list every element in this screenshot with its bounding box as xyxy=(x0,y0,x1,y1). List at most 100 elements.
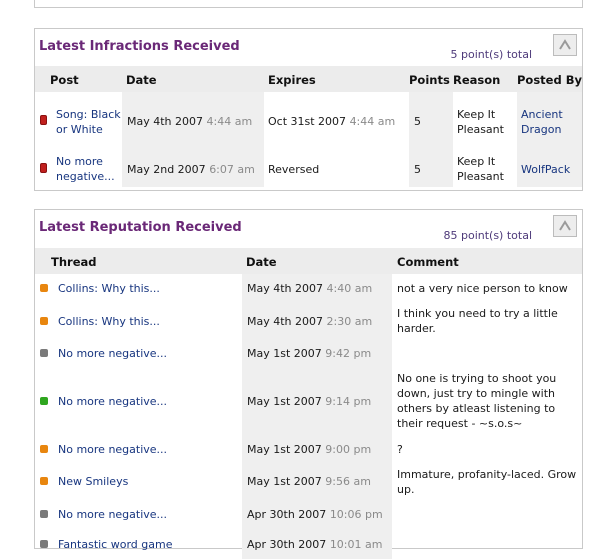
collapse-infractions-button[interactable] xyxy=(553,34,577,56)
reputation-icon-cell xyxy=(35,303,51,339)
table-row: No more negative... May 2nd 2007 6:07 am… xyxy=(35,151,582,187)
reputation-marker-icon xyxy=(40,539,48,548)
previous-panel-bottom xyxy=(34,0,583,8)
reputation-comment xyxy=(392,499,582,529)
reputation-thread-link[interactable]: No more negative... xyxy=(58,395,167,408)
header-points: Points xyxy=(409,66,453,92)
reputation-date: May 4th 2007 xyxy=(247,314,324,328)
reputation-date: May 1st 2007 xyxy=(247,347,322,360)
infraction-expires-time: 4:44 am xyxy=(349,115,396,128)
reputation-thread-cell: No more negative... xyxy=(51,499,242,529)
reputation-time: 9:14 pm xyxy=(325,394,372,408)
reputation-comment: Immature, profanity-laced. Grow up. xyxy=(397,467,577,496)
table-row: Fantastic word game Apr 30th 2007 10:01 a… xyxy=(35,529,582,559)
header-posted-by: Posted By xyxy=(517,66,582,92)
reputation-thread-link[interactable]: New Smileys xyxy=(58,475,128,488)
infractions-header-row: Post Date Expires Points Reason Posted B… xyxy=(35,66,582,92)
reputation-comment: No one is trying to shoot you down, just… xyxy=(397,372,557,430)
reputation-date-cell: May 4th 2007 2:30 am xyxy=(242,303,392,339)
reputation-date-cell: Apr 30th 2007 10:06 pm xyxy=(242,499,392,529)
infraction-date-cell: May 4th 2007 4:44 am xyxy=(122,92,264,151)
infraction-expires: Reversed xyxy=(268,162,320,176)
reputation-table: Thread Date Comment Collins: Why this...… xyxy=(35,248,582,559)
infraction-expires: Oct 31st 2007 xyxy=(268,115,347,128)
reputation-marker-icon xyxy=(40,284,48,292)
infraction-posted-by-link[interactable]: WolfPack xyxy=(521,163,570,176)
infractions-total: 5 point(s) total xyxy=(450,48,532,61)
reputation-date-cell: May 1st 2007 9:14 pm xyxy=(242,368,392,434)
reputation-icon-cell xyxy=(35,368,51,434)
reputation-date-cell: May 4th 2007 4:40 am xyxy=(242,274,392,303)
reputation-thread-link[interactable]: Collins: Why this... xyxy=(58,315,160,328)
chevron-up-icon xyxy=(559,39,571,50)
reputation-thread-link[interactable]: No more negative... xyxy=(58,443,167,456)
reputation-marker-icon xyxy=(40,396,48,405)
infraction-post-link[interactable]: Song: Black or White xyxy=(56,108,121,136)
infractions-panel: Latest Infractions Received 5 point(s) t… xyxy=(34,28,583,191)
reputation-marker-icon xyxy=(40,316,48,325)
reputation-date-cell: Apr 30th 2007 10:01 am xyxy=(242,529,392,559)
infraction-points: 5 xyxy=(409,92,453,151)
header-expires: Expires xyxy=(264,66,409,92)
infraction-reason: Keep It Pleasant xyxy=(457,155,504,183)
reputation-time: 9:00 pm xyxy=(325,442,372,456)
header-spacer xyxy=(35,248,51,274)
reputation-title: Latest Reputation Received xyxy=(39,220,242,235)
reputation-comment xyxy=(392,339,582,368)
reputation-date: May 1st 2007 xyxy=(247,394,322,408)
header-spacer xyxy=(35,66,50,92)
reputation-thread-cell: No more negative... xyxy=(51,339,242,368)
reputation-comment: ? xyxy=(397,442,403,456)
infractions-title: Latest Infractions Received xyxy=(39,39,240,54)
infraction-posted-by-cell: WolfPack xyxy=(517,151,582,187)
infraction-date: May 2nd 2007 xyxy=(127,162,206,176)
reputation-date: May 1st 2007 xyxy=(247,442,322,456)
reputation-header-row: Thread Date Comment xyxy=(35,248,582,274)
reputation-thread-link[interactable]: Fantastic word game xyxy=(58,538,172,551)
reputation-date: Apr 30th 2007 xyxy=(247,537,327,551)
table-row: No more negative... May 1st 2007 9:42 pm xyxy=(35,339,582,368)
header-reason: Reason xyxy=(453,66,517,92)
reputation-marker-icon xyxy=(40,509,48,518)
reputation-total: 85 point(s) total xyxy=(443,229,532,242)
infraction-time: 6:07 am xyxy=(209,162,255,176)
reputation-date: Apr 30th 2007 xyxy=(247,507,327,521)
reputation-thread-cell: No more negative... xyxy=(51,434,242,464)
infraction-expires-cell: Reversed xyxy=(264,151,409,187)
table-row: Song: Black or White May 4th 2007 4:44 a… xyxy=(35,92,582,151)
infraction-post-link[interactable]: No more negative... xyxy=(56,155,115,183)
reputation-thread-cell: No more negative... xyxy=(51,368,242,434)
reputation-thread-link[interactable]: No more negative... xyxy=(58,508,167,521)
collapse-reputation-button[interactable] xyxy=(553,215,577,237)
reputation-icon-cell xyxy=(35,529,51,559)
infraction-icon-cell xyxy=(35,92,50,151)
header-date: Date xyxy=(242,248,392,274)
reputation-date-cell: May 1st 2007 9:00 pm xyxy=(242,434,392,464)
infraction-time: 4:44 am xyxy=(206,115,253,128)
reputation-comment: not a very nice person to know xyxy=(397,282,568,295)
table-row: Collins: Why this... May 4th 2007 2:30 am… xyxy=(35,303,582,339)
reputation-icon-cell xyxy=(35,464,51,499)
table-row: New Smileys May 1st 2007 9:56 am Immature,… xyxy=(35,464,582,499)
reputation-icon-cell xyxy=(35,339,51,368)
infraction-reason: Keep It Pleasant xyxy=(457,107,504,136)
infractions-table: Post Date Expires Points Reason Posted B… xyxy=(35,66,582,187)
infraction-marker-icon xyxy=(40,115,47,125)
reputation-time: 10:06 pm xyxy=(329,507,383,521)
header-comment: Comment xyxy=(392,248,582,274)
infraction-expires-cell: Oct 31st 2007 4:44 am xyxy=(264,92,409,151)
reputation-time: 2:30 am xyxy=(326,314,373,328)
infraction-posted-by-cell: Ancient Dragon xyxy=(517,92,582,151)
reputation-thread-link[interactable]: No more negative... xyxy=(58,347,167,360)
reputation-marker-icon xyxy=(40,477,48,485)
infraction-icon-cell xyxy=(35,151,50,187)
reputation-thread-link[interactable]: Collins: Why this... xyxy=(58,282,160,295)
reputation-icon-cell xyxy=(35,434,51,464)
table-row: No more negative... May 1st 2007 9:14 pm N… xyxy=(35,368,582,434)
header-post: Post xyxy=(50,66,122,92)
reputation-time: 9:42 pm xyxy=(325,347,372,360)
infraction-posted-by-link[interactable]: Ancient Dragon xyxy=(521,108,563,136)
reputation-marker-icon xyxy=(40,444,48,453)
reputation-date: May 4th 2007 xyxy=(247,282,324,295)
reputation-icon-cell xyxy=(35,499,51,529)
